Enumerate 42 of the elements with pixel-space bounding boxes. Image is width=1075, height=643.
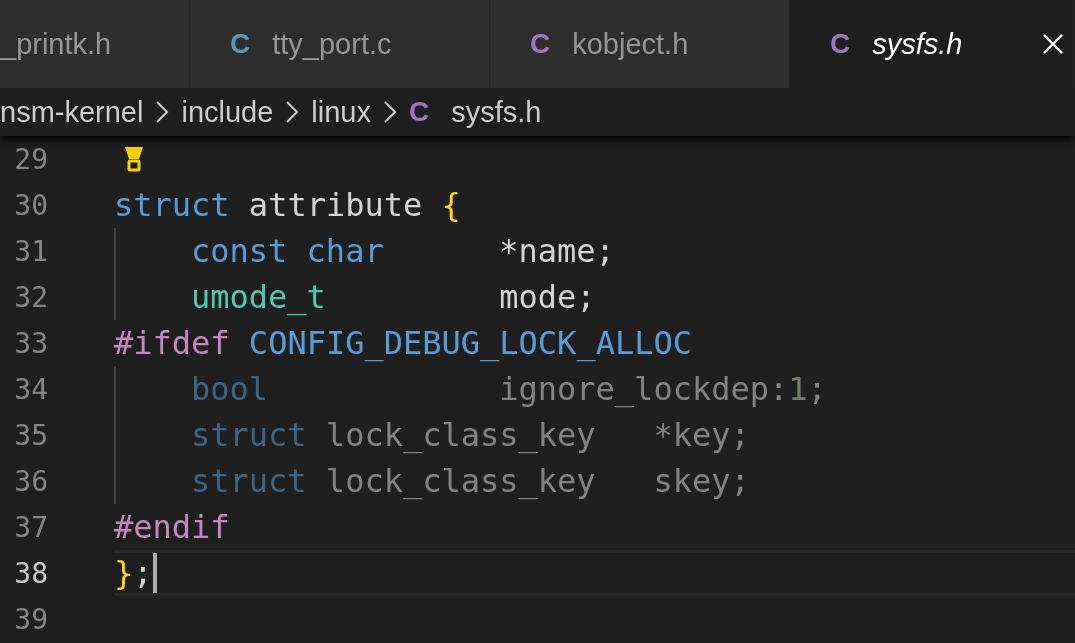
line-number: 33 (13, 326, 48, 360)
line-number: 37 (13, 510, 48, 544)
breadcrumb-item[interactable]: nsm-kernel (0, 95, 144, 129)
code-line: umode_t mode; (191, 278, 596, 316)
line-number: 38 (13, 556, 48, 590)
code-line: }; (114, 554, 153, 592)
line-number: 35 (13, 418, 48, 452)
tab-label: _printk.h (0, 27, 112, 61)
editor-tab[interactable]: C sysfs.h (790, 0, 1075, 88)
code-line: const char *name; (191, 232, 615, 270)
c-file-icon: C (830, 28, 851, 60)
breadcrumb-item[interactable]: C sysfs.h (409, 95, 542, 129)
chevron-icon (285, 100, 300, 124)
lightbulb-icon[interactable] (122, 144, 146, 174)
line-number: 29 (13, 142, 48, 176)
chevron-icon (155, 100, 170, 124)
breadcrumb-item[interactable]: linux (311, 95, 371, 129)
editor-tab[interactable]: C kobject.h (490, 0, 790, 88)
breadcrumb-item[interactable]: include (181, 95, 274, 129)
tab-label: sysfs.h (872, 27, 963, 61)
tab-label: kobject.h (572, 27, 689, 61)
chevron-icon (383, 100, 397, 124)
line-number: 31 (13, 234, 48, 268)
close-icon[interactable] (1042, 33, 1064, 55)
code-line: bool ignore_lockdep:1; (191, 370, 827, 408)
line-number: 39 (13, 602, 48, 636)
editor-tab[interactable]: _printk.h (0, 0, 190, 88)
line-number: 34 (13, 372, 48, 406)
code-line: struct lock_class_key skey; (191, 462, 750, 500)
line-number: 30 (13, 188, 48, 222)
line-number: 36 (13, 464, 48, 498)
editor-tab[interactable]: C tty_port.c (190, 0, 490, 88)
tab-label: tty_port.c (272, 27, 392, 61)
code-line: struct lock_class_key *key; (191, 416, 750, 454)
code-line: struct attribute { (114, 186, 461, 224)
breadcrumb-label: sysfs.h (451, 95, 542, 129)
c-file-icon: C (409, 96, 430, 128)
line-number: 32 (13, 280, 48, 314)
c-file-icon: C (530, 28, 551, 60)
code-line: #ifdef CONFIG_DEBUG_LOCK_ALLOC (114, 324, 692, 362)
c-file-icon: C (230, 28, 251, 60)
code-line: #endif (114, 508, 230, 546)
